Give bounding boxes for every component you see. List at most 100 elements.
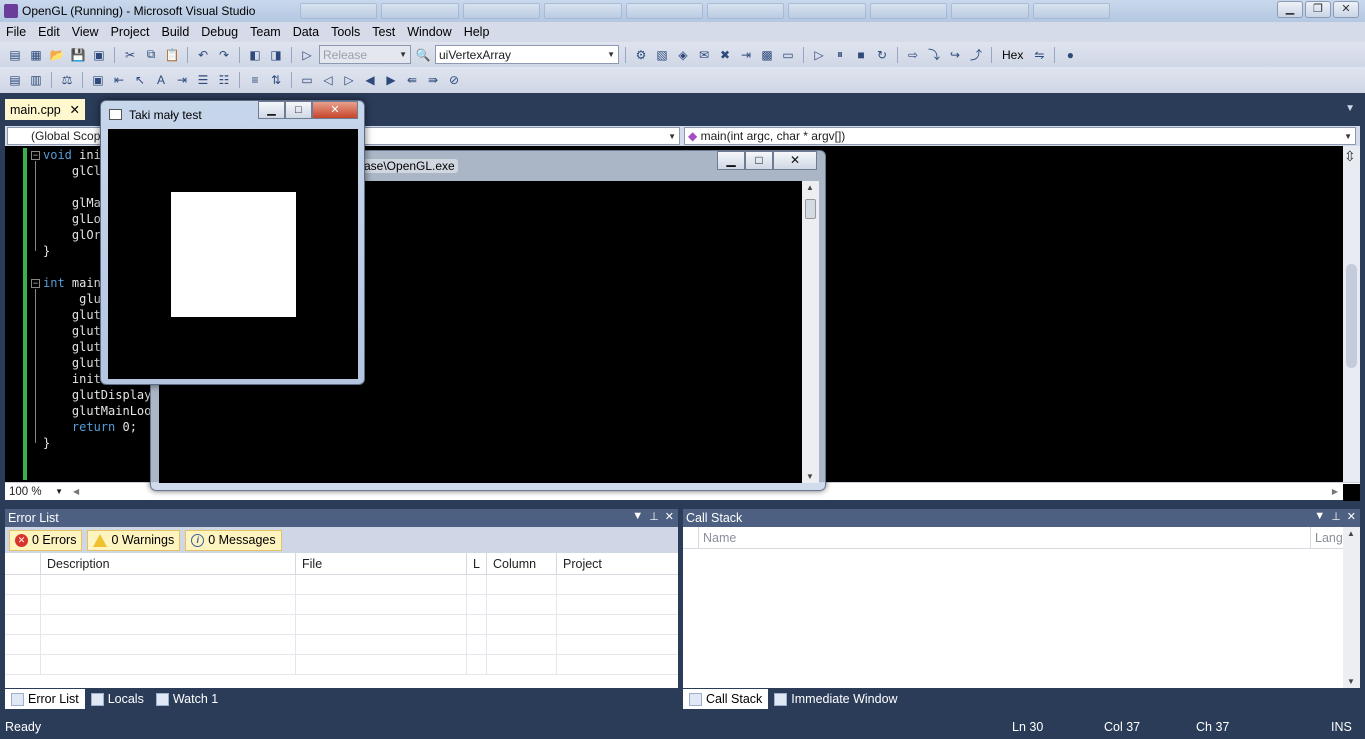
previous-bookmark-in-document-icon[interactable]: ⇚: [403, 72, 421, 88]
save-icon[interactable]: 💾: [69, 47, 87, 63]
restore-button[interactable]: ❐: [1305, 1, 1331, 18]
pin-icon[interactable]: ⊥: [649, 510, 659, 523]
breakpoints-icon[interactable]: ●: [1061, 47, 1079, 63]
solution-configuration-select[interactable]: Release ▼: [319, 45, 411, 64]
menu-window[interactable]: Window: [401, 25, 457, 39]
tab-call-stack[interactable]: Call Stack: [683, 689, 769, 709]
comment-out-icon[interactable]: ☰: [194, 72, 212, 88]
collapse-icon[interactable]: −: [31, 151, 40, 160]
pointer-icon[interactable]: ↖: [131, 72, 149, 88]
messages-filter-button[interactable]: i 0 Messages: [185, 529, 282, 551]
column-project[interactable]: Project: [557, 553, 677, 575]
menu-edit[interactable]: Edit: [32, 25, 66, 39]
minimize-button[interactable]: ▁: [717, 151, 745, 170]
font-icon[interactable]: A: [152, 72, 170, 88]
complete-word-icon[interactable]: ▣: [89, 72, 107, 88]
new-project-icon[interactable]: ▤: [6, 47, 24, 63]
next-bookmark-in-document-icon[interactable]: ⇛: [424, 72, 442, 88]
scroll-left-icon[interactable]: ◀: [73, 487, 79, 496]
uncomment-icon[interactable]: ☷: [215, 72, 233, 88]
command-window-icon[interactable]: ▭: [779, 47, 797, 63]
display-parameter-info-icon[interactable]: ▥: [27, 72, 45, 88]
previous-bookmark-in-folder-icon[interactable]: ◀: [361, 72, 379, 88]
find-combo[interactable]: uiVertexArray ▼: [435, 45, 619, 64]
extension-manager-icon[interactable]: ✖: [716, 47, 734, 63]
tab-main-cpp[interactable]: main.cpp ✕: [5, 99, 85, 120]
scroll-thumb[interactable]: [1346, 264, 1357, 368]
close-icon[interactable]: ✕: [665, 510, 674, 523]
minimize-button[interactable]: ▁: [258, 101, 285, 119]
scroll-down-icon[interactable]: ▼: [1347, 677, 1355, 686]
maximize-button[interactable]: □: [745, 151, 773, 170]
paste-icon[interactable]: 📋: [163, 47, 181, 63]
display-object-member-list-icon[interactable]: ▤: [6, 72, 24, 88]
next-bookmark-icon[interactable]: ▷: [340, 72, 358, 88]
start-debugging-icon[interactable]: ▷: [298, 47, 316, 63]
column-description[interactable]: Description: [41, 552, 296, 575]
step-over-icon[interactable]: ↪: [946, 47, 964, 63]
zoom-select[interactable]: 100 % ▼: [5, 484, 67, 500]
minimize-button[interactable]: ▁: [1277, 1, 1303, 18]
increase-indent-icon[interactable]: ⇥: [173, 72, 191, 88]
chevron-down-icon[interactable]: ▼: [1345, 103, 1355, 114]
solution-explorer-icon[interactable]: ⚙: [632, 47, 650, 63]
add-item-icon[interactable]: ▦: [27, 47, 45, 63]
scroll-thumb[interactable]: [805, 199, 816, 219]
chevron-down-icon[interactable]: ▼: [1314, 510, 1325, 523]
menu-file[interactable]: File: [0, 25, 32, 39]
close-icon[interactable]: ✕: [1347, 510, 1356, 523]
column-name[interactable]: Name: [699, 527, 1311, 549]
tab-locals[interactable]: Locals: [85, 689, 150, 709]
scroll-down-icon[interactable]: ▼: [806, 472, 814, 481]
splitter-icon[interactable]: ⇳: [1344, 148, 1356, 165]
toolbox-icon[interactable]: ✉: [695, 47, 713, 63]
undo-icon[interactable]: ↶: [194, 47, 212, 63]
maximize-button[interactable]: □: [285, 101, 312, 119]
previous-bookmark-icon[interactable]: ◁: [319, 72, 337, 88]
tab-watch-1[interactable]: Watch 1: [150, 689, 224, 709]
quick-info-icon[interactable]: ⚖: [58, 72, 76, 88]
scroll-up-icon[interactable]: ▲: [806, 183, 814, 192]
open-folder-icon[interactable]: 📂: [48, 47, 66, 63]
menu-debug[interactable]: Debug: [195, 25, 244, 39]
warnings-filter-button[interactable]: 0 Warnings: [87, 529, 181, 551]
start-page-icon[interactable]: ⇥: [737, 47, 755, 63]
next-bookmark-in-folder-icon[interactable]: ▶: [382, 72, 400, 88]
menu-tools[interactable]: Tools: [325, 25, 366, 39]
close-button[interactable]: ✕: [312, 101, 358, 119]
menu-build[interactable]: Build: [155, 25, 195, 39]
member-select[interactable]: ◆ main(int argc, char * argv[]) ▼: [684, 127, 1356, 145]
column-file[interactable]: File: [296, 552, 467, 575]
align-lines-icon[interactable]: ≡: [246, 72, 264, 88]
menu-team[interactable]: Team: [244, 25, 287, 39]
clear-bookmarks-icon[interactable]: ⊘: [445, 72, 463, 88]
errors-filter-button[interactable]: ✕ 0 Errors: [9, 529, 83, 551]
console-scrollbar[interactable]: ▲ ▼: [802, 181, 819, 483]
chevron-down-icon[interactable]: ▼: [632, 510, 643, 523]
scroll-right-icon[interactable]: ▶: [1332, 487, 1338, 496]
scroll-up-icon[interactable]: ▲: [1347, 529, 1355, 538]
collapse-icon[interactable]: −: [31, 279, 40, 288]
menu-project[interactable]: Project: [105, 25, 156, 39]
sort-lines-icon[interactable]: ⇅: [267, 72, 285, 88]
properties-icon[interactable]: ▧: [653, 47, 671, 63]
menu-help[interactable]: Help: [458, 25, 496, 39]
editor-vertical-scrollbar[interactable]: ⇳: [1343, 146, 1360, 482]
step-into-icon[interactable]: ⤵: [925, 47, 943, 63]
step-out-icon[interactable]: ⤴: [967, 47, 985, 63]
navigate-forward-icon[interactable]: ◨: [267, 47, 285, 63]
menu-data[interactable]: Data: [287, 25, 325, 39]
navigate-backward-icon[interactable]: ◧: [246, 47, 264, 63]
tab-immediate-window[interactable]: Immediate Window: [768, 689, 903, 709]
save-all-icon[interactable]: ▣: [90, 47, 108, 63]
column-column[interactable]: Column: [487, 552, 557, 575]
restart-icon[interactable]: ↻: [873, 47, 891, 63]
team-explorer-icon[interactable]: ▩: [758, 47, 776, 63]
redo-icon[interactable]: ↷: [215, 47, 233, 63]
hex-toggle[interactable]: Hex: [998, 48, 1027, 62]
object-browser-icon[interactable]: ◈: [674, 47, 692, 63]
column-language[interactable]: Lang: [1311, 527, 1343, 549]
stop-debugging-icon[interactable]: ■: [852, 47, 870, 63]
close-button[interactable]: ✕: [773, 151, 817, 170]
column-line[interactable]: L: [467, 552, 487, 575]
